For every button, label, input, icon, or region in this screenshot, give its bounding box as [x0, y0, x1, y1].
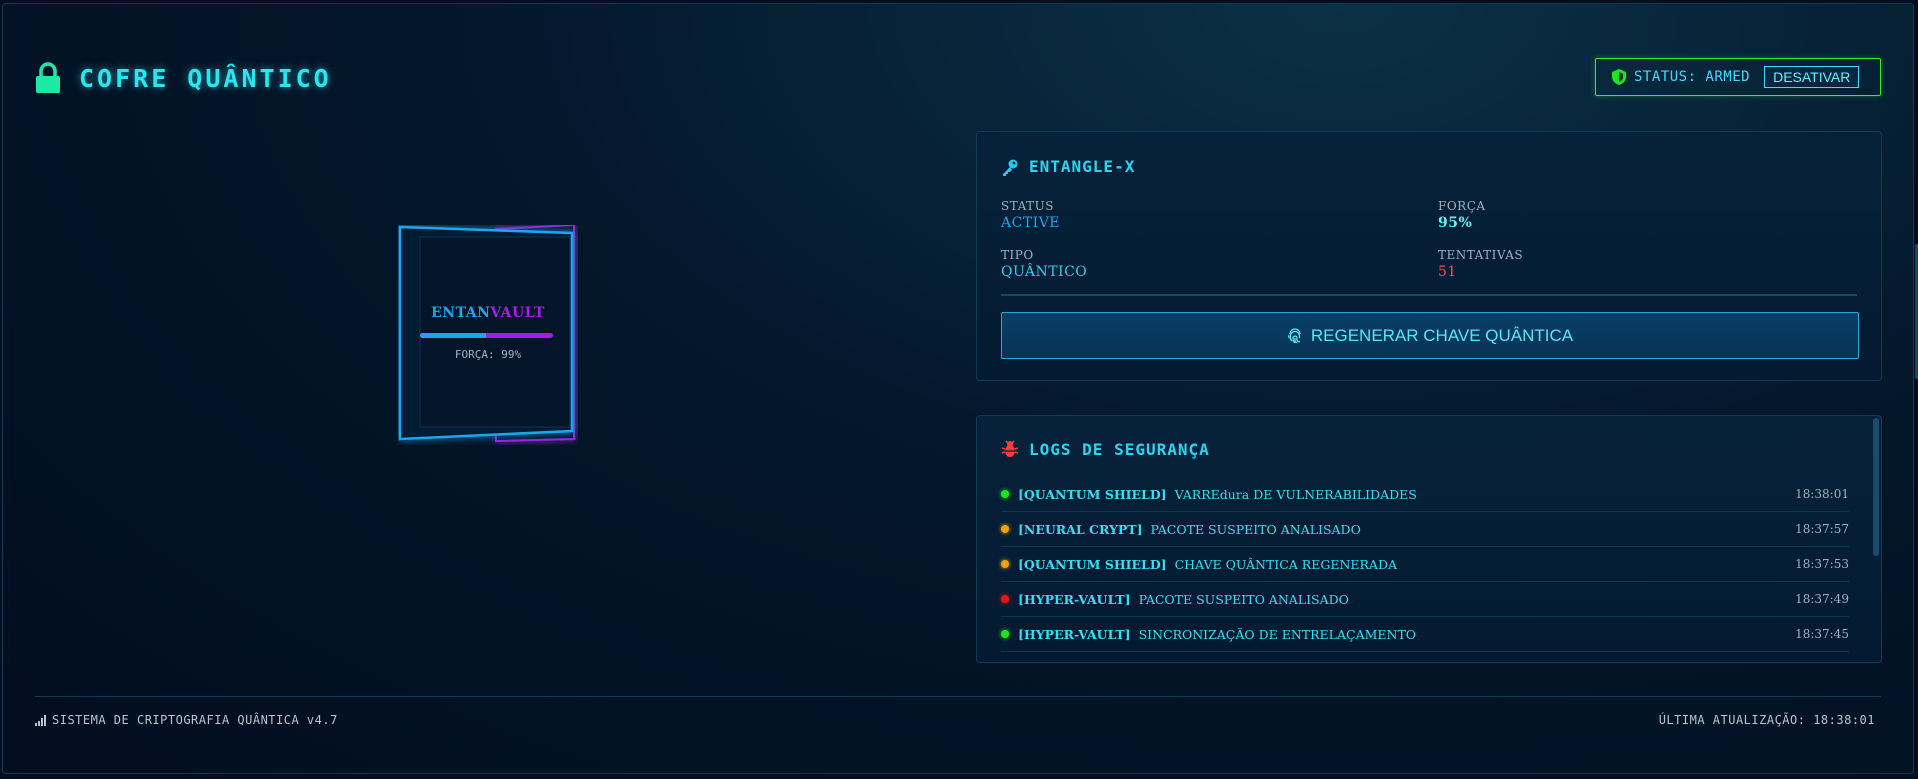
vault-strength-fill: [420, 333, 486, 338]
log-entry: [HYPER-VAULT] SINCRONIZAÇÃO DE ENTRELAÇAM…: [1001, 617, 1849, 652]
log-time: 18:37:41: [1795, 662, 1849, 663]
log-entry: [NEURAL CRYPT] TÚNEL SEGURO ESTABELECIDO 1…: [1001, 652, 1849, 663]
log-time: 18:37:45: [1795, 627, 1849, 641]
footer-system-text: SISTEMA DE CRIPTOGRAFIA QUÂNTICA v4.7: [52, 713, 338, 727]
footer-system: SISTEMA DE CRIPTOGRAFIA QUÂNTICA v4.7: [35, 713, 338, 727]
log-status-dot: [1001, 630, 1009, 638]
status-field: STATUS ACTIVE: [1001, 199, 1060, 231]
vault-visual: ENTANVAULT FORÇA: 99%: [398, 225, 575, 443]
log-time: 18:37:53: [1795, 557, 1849, 571]
type-value: QUÂNTICO: [1001, 264, 1088, 280]
key-name: ENTANGLE-X: [1029, 157, 1136, 176]
type-label: TIPO: [1001, 248, 1034, 262]
log-message: PACOTE SUSPEITO ANALISADO: [1150, 521, 1361, 537]
attempts-field: TENTATIVAS 51: [1438, 248, 1523, 280]
attempts-value: 51: [1438, 264, 1457, 280]
vault-label-part-b: VAULT: [490, 305, 545, 321]
signal-icon: [35, 714, 46, 726]
log-status-dot: [1001, 595, 1009, 603]
vault-strength-label: FORÇA: 99%: [454, 348, 522, 361]
force-field: FORÇA 95%: [1438, 199, 1486, 231]
page-title: COFRE QUÂNTICO: [79, 63, 332, 93]
log-message: SINCRONIZAÇÃO DE ENTRELAÇAMENTO: [1138, 626, 1417, 642]
card-divider: [1001, 294, 1857, 296]
status-value: ACTIVE: [1001, 215, 1061, 231]
log-source: [NEURAL CRYPT]: [1018, 521, 1143, 537]
regenerate-key-label: REGENERAR CHAVE QUÂNTICA: [1310, 325, 1574, 345]
vault-label: ENTANVAULT: [398, 305, 578, 321]
force-value: 95%: [1438, 215, 1473, 231]
logs-card-title: LOGS DE SEGURANÇA: [1001, 439, 1210, 459]
bug-icon: [1001, 440, 1019, 457]
force-label: FORÇA: [1438, 199, 1486, 213]
shield-icon: [1612, 69, 1626, 85]
attempts-label: TENTATIVAS: [1438, 248, 1524, 262]
footer-divider: [35, 696, 1881, 697]
log-message: TÚNEL SEGURO ESTABELECIDO: [1151, 662, 1369, 663]
key-card: ENTANGLE-X STATUS ACTIVE FORÇA 95% TIPO …: [976, 131, 1882, 381]
log-entry: [QUANTUM SHIELD] CHAVE QUÂNTICA REGENERAD…: [1001, 547, 1849, 582]
log-source: [QUANTUM SHIELD]: [1018, 556, 1167, 572]
log-message: VARREdura DE VULNERABILIDADES: [1174, 486, 1417, 502]
key-card-title: ENTANGLE-X: [1001, 157, 1135, 176]
logs-card: LOGS DE SEGURANÇA [QUANTUM SHIELD] VARREd…: [976, 415, 1882, 663]
logs-title: LOGS DE SEGURANÇA: [1029, 439, 1210, 459]
log-status-dot: [1001, 490, 1009, 498]
status-badge: STATUS: ARMED DESATIVAR: [1595, 58, 1881, 96]
log-time: 18:38:01: [1795, 487, 1849, 501]
app-frame: COFRE QUÂNTICO STATUS: ARMED DESATIVAR E…: [2, 3, 1918, 774]
type-field: TIPO QUÂNTICO: [1001, 248, 1087, 280]
log-list: [QUANTUM SHIELD] VARREdura DE VULNERABILI…: [1001, 477, 1849, 663]
regenerate-key-button[interactable]: REGENERAR CHAVE QUÂNTICA: [1001, 312, 1859, 359]
log-message: CHAVE QUÂNTICA REGENERADA: [1174, 556, 1397, 572]
log-time: 18:37:57: [1795, 522, 1849, 536]
log-status-dot: [1001, 525, 1009, 533]
last-update: ÚLTIMA ATUALIZAÇÃO: 18:38:01: [1658, 713, 1875, 727]
log-entry: [NEURAL CRYPT] PACOTE SUSPEITO ANALISADO 1…: [1001, 512, 1849, 547]
log-status-dot: [1001, 560, 1009, 568]
log-entry: [QUANTUM SHIELD] VARREdura DE VULNERABILI…: [1001, 477, 1849, 512]
log-source: [HYPER-VAULT]: [1018, 626, 1131, 642]
page-header: COFRE QUÂNTICO: [35, 62, 332, 94]
lock-icon: [36, 62, 60, 93]
deactivate-button[interactable]: DESATIVAR: [1764, 66, 1860, 88]
log-source: [HYPER-VAULT]: [1018, 591, 1131, 607]
log-source: [NEURAL CRYPT]: [1018, 662, 1143, 663]
log-time: 18:37:49: [1795, 592, 1849, 606]
logs-scrollbar[interactable]: [1873, 418, 1879, 556]
vault-strength-bar: [420, 333, 553, 338]
key-icon: [1003, 159, 1018, 176]
vault-label-part-a: ENTAN: [431, 305, 491, 321]
status-label: STATUS: [1001, 199, 1054, 213]
fingerprint-icon: [1288, 327, 1301, 343]
log-entry: [HYPER-VAULT] PACOTE SUSPEITO ANALISADO 18…: [1001, 582, 1849, 617]
log-message: PACOTE SUSPEITO ANALISADO: [1138, 591, 1349, 607]
log-source: [QUANTUM SHIELD]: [1018, 486, 1167, 502]
status-text: STATUS: ARMED: [1634, 69, 1751, 85]
